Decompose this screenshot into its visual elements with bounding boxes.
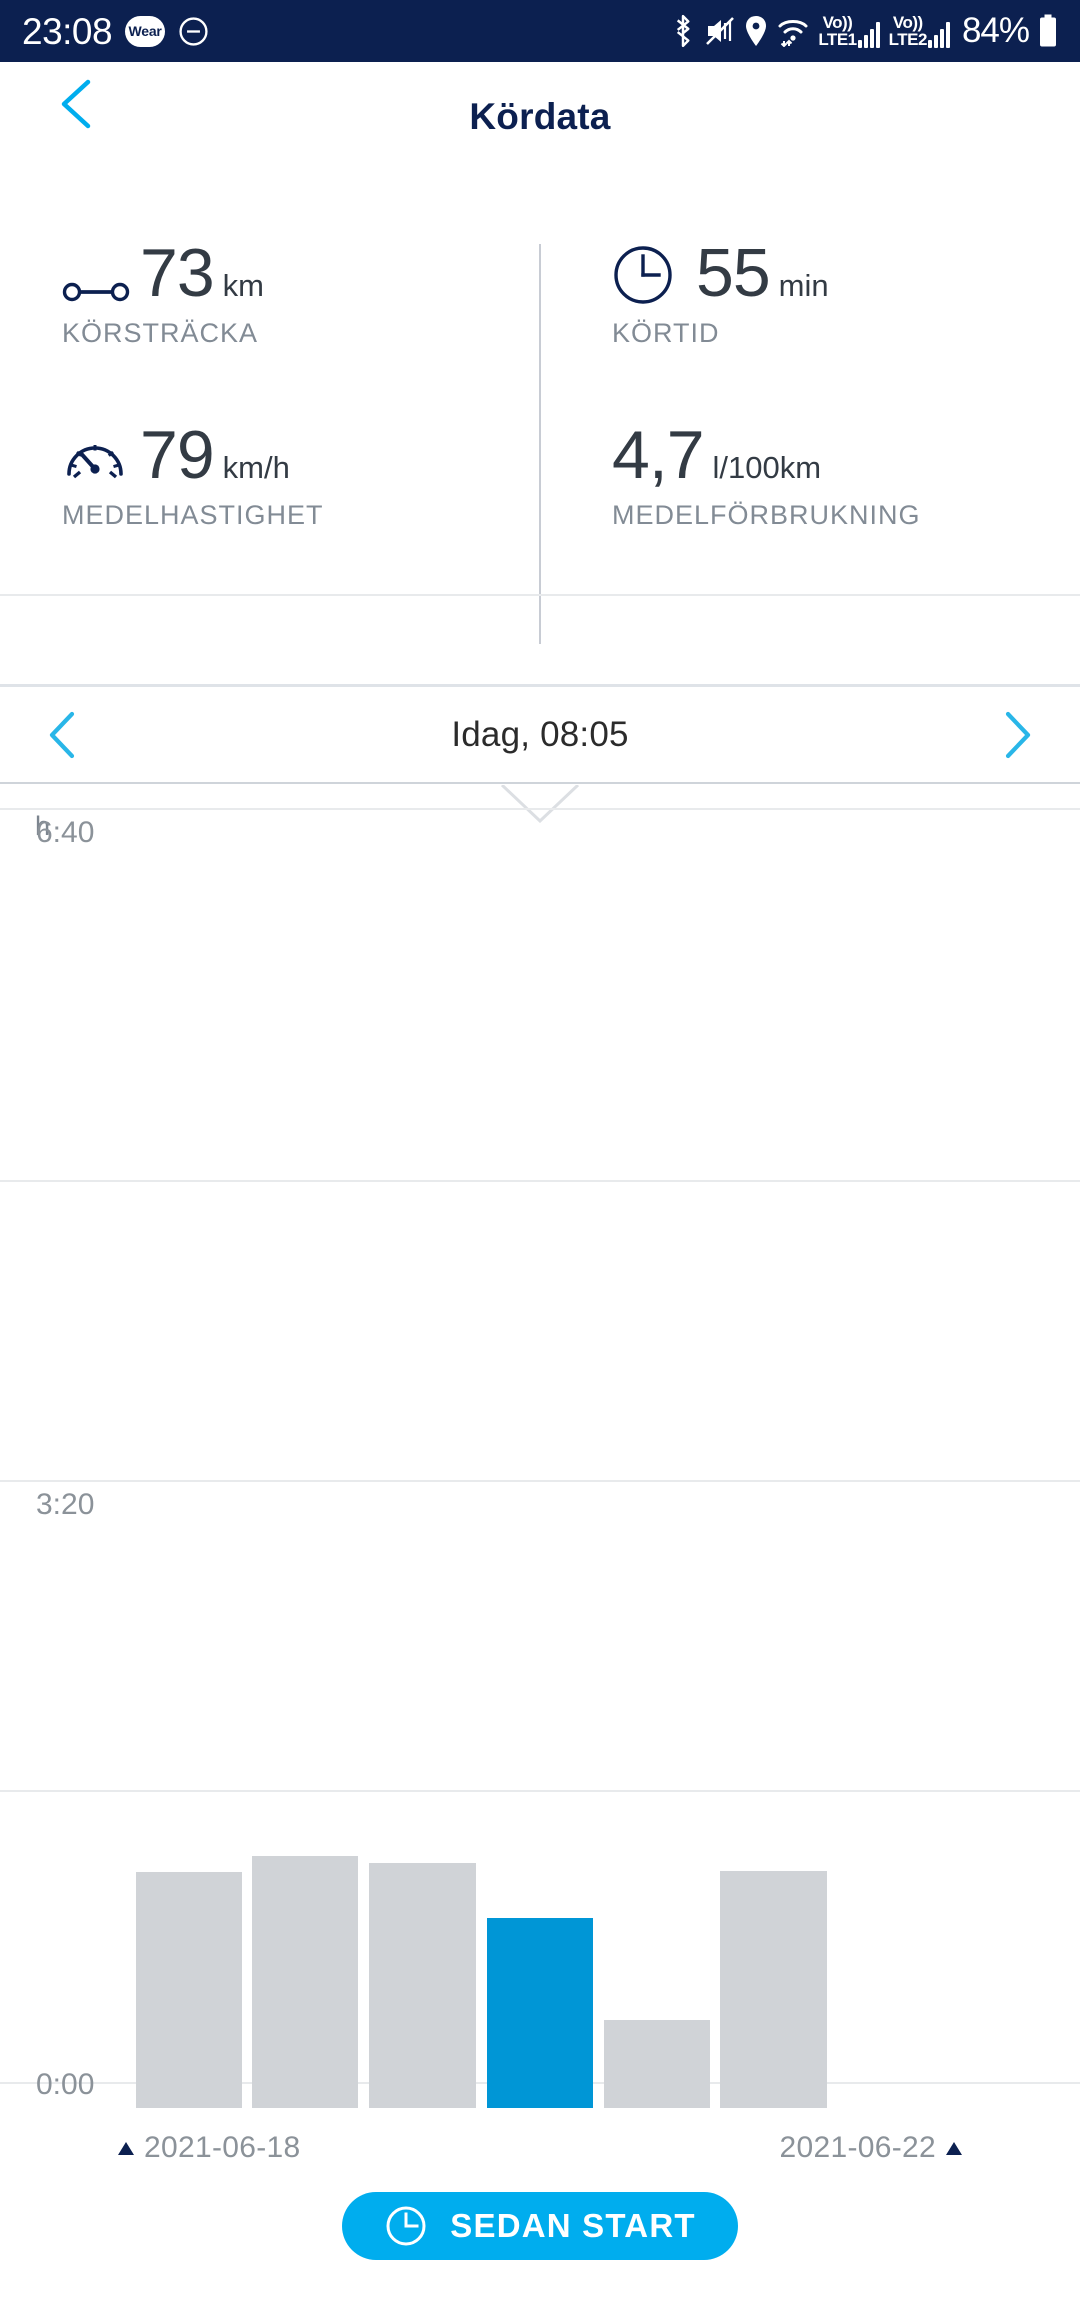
date-navigator-label: Idag, 08:05 — [451, 714, 629, 754]
chevron-left-icon — [49, 711, 75, 758]
status-bar-left: 23:08 Wear — [22, 13, 209, 50]
sim1-network-text: LTE1 — [818, 30, 857, 49]
chart-bar-selected[interactable] — [487, 1918, 593, 2082]
sim1-volte-label: Vo)) LTE1 — [818, 13, 857, 49]
footer-actions: SEDAN START — [0, 2192, 1080, 2260]
app-bar: Kördata — [0, 62, 1080, 172]
summary-divider — [539, 244, 541, 644]
chart-bar[interactable] — [720, 1871, 827, 2082]
sim2-volte-text: Vo)) — [892, 13, 923, 32]
stat-time-row: 55 min — [612, 228, 829, 311]
sim1-volte-text: Vo)) — [822, 13, 853, 32]
since-start-label: SEDAN START — [450, 2207, 696, 2244]
clock-icon — [386, 2206, 426, 2246]
back-button[interactable] — [52, 76, 104, 132]
stat-distance-label: KÖRSTRÄCKA — [62, 318, 259, 348]
range-start-chip[interactable]: 2021-06-18 — [118, 2131, 300, 2165]
summary-grid: 73 km KÖRSTRÄCKA 79 km/h MEDELHASTIGHET … — [0, 228, 1080, 656]
sim1-signal-group: Vo)) LTE1 — [818, 13, 880, 49]
stat-speed-row: 79 km/h — [62, 410, 324, 493]
stat-consumption-label: MEDELFÖRBRUKNING — [612, 500, 921, 530]
chevron-left-icon — [61, 79, 91, 129]
chart-bar[interactable] — [136, 1872, 242, 2082]
stat-average-consumption: 4,7 l/100km MEDELFÖRBRUKNING — [612, 410, 921, 531]
range-end-label: 2021-06-22 — [779, 2131, 936, 2164]
bluetooth-icon — [670, 14, 696, 48]
stat-time-value: 55 — [696, 234, 771, 311]
chart-bar-baseline-stub — [720, 2082, 827, 2108]
triangle-up-icon — [946, 2141, 962, 2155]
date-next-button[interactable] — [994, 709, 1040, 761]
stat-consumption-unit: l/100km — [712, 450, 822, 485]
app-screen: 23:08 Wear Vo)) LTE1 Vo)) LTE2 84% Körda… — [0, 0, 1080, 2316]
chart-bar[interactable] — [604, 2020, 710, 2082]
stat-speed-unit: km/h — [222, 450, 290, 485]
chart-bars — [0, 786, 1080, 2156]
chart-bar-baseline-stub — [604, 2082, 710, 2108]
battery-icon — [1038, 14, 1058, 48]
triangle-up-icon — [118, 2141, 134, 2155]
stat-distance: 73 km KÖRSTRÄCKA — [62, 228, 264, 349]
chart-bar[interactable] — [252, 1856, 358, 2082]
speedometer-icon — [62, 426, 140, 488]
stat-time-unit: min — [778, 268, 829, 303]
stat-time-label: KÖRTID — [612, 318, 720, 348]
route-icon — [62, 272, 140, 306]
status-bar-right: Vo)) LTE1 Vo)) LTE2 84% — [670, 11, 1058, 51]
sim2-volte-label: Vo)) LTE2 — [888, 13, 928, 49]
page-title: Kördata — [469, 96, 611, 137]
stat-speed-value: 79 — [140, 416, 215, 493]
clock-icon — [612, 244, 696, 306]
sim2-network-text: LTE2 — [888, 30, 928, 49]
sim1-bars-icon — [857, 22, 880, 48]
stat-consumption-row: 4,7 l/100km — [612, 410, 921, 493]
stat-speed-label: MEDELHASTIGHET — [62, 500, 324, 530]
status-bar: 23:08 Wear Vo)) LTE1 Vo)) LTE2 84% — [0, 0, 1080, 62]
stat-distance-value: 73 — [140, 234, 215, 311]
sim2-bars-icon — [927, 22, 950, 48]
location-pin-icon — [744, 15, 768, 47]
wifi-icon — [777, 15, 809, 47]
chart-bar-baseline-stub — [369, 2082, 476, 2108]
chart-bar[interactable] — [369, 1863, 476, 2082]
range-start-label: 2021-06-18 — [144, 2131, 301, 2164]
chart-bar-baseline-stub — [252, 2082, 358, 2108]
wear-badge-icon: Wear — [125, 15, 166, 47]
since-start-button[interactable]: SEDAN START — [342, 2192, 738, 2260]
stat-distance-row: 73 km — [62, 228, 264, 311]
vibrate-mute-icon — [705, 15, 735, 47]
battery-percent-label: 84% — [961, 11, 1030, 50]
chart-bar-baseline-stub-selected — [487, 2082, 593, 2108]
do-not-disturb-icon — [178, 16, 209, 47]
stat-distance-unit: km — [222, 268, 264, 303]
stat-consumption-value: 4,7 — [612, 416, 705, 493]
status-clock: 23:08 — [22, 10, 113, 52]
stat-drive-time: 55 min KÖRTID — [612, 228, 829, 349]
date-prev-button[interactable] — [40, 709, 86, 761]
chart-bar-baseline-stub — [136, 2082, 242, 2108]
sim2-signal-group: Vo)) LTE2 — [889, 14, 950, 48]
chevron-right-icon — [1005, 711, 1031, 758]
range-end-chip[interactable]: 2021-06-22 — [780, 2131, 962, 2165]
stat-average-speed: 79 km/h MEDELHASTIGHET — [62, 410, 324, 531]
gridline-6-40 — [0, 594, 1080, 596]
chart-date-range: 2021-06-18 2021-06-22 — [0, 2126, 1080, 2170]
date-navigator: Idag, 08:05 — [0, 684, 1080, 784]
drive-time-chart: h 6:40 3:20 0:00 — [0, 594, 1080, 2156]
